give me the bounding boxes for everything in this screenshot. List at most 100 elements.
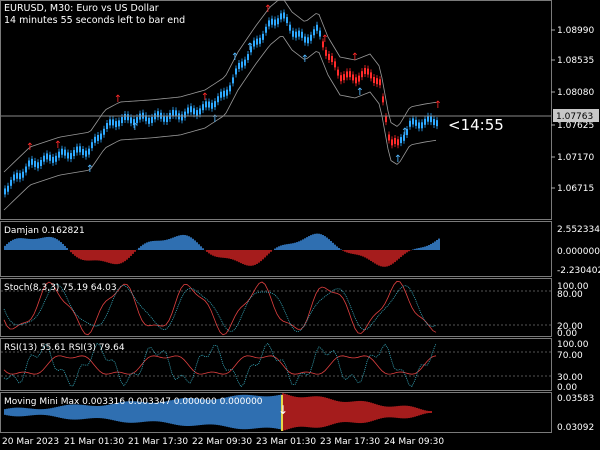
- candle-body: [100, 133, 102, 140]
- candle-body: [112, 119, 114, 126]
- damjan-bar: [360, 250, 362, 256]
- candle-body: [427, 115, 429, 122]
- damjan-bar: [16, 238, 18, 250]
- price-axis: 1.08990 1.08535 1.08080 1.07625 1.07170 …: [551, 26, 599, 194]
- mmm-bar: [56, 406, 58, 418]
- candle-body: [259, 37, 261, 44]
- candle-body: [244, 59, 246, 66]
- damjan-bar: [154, 240, 156, 250]
- mmm-bar: [50, 408, 52, 416]
- mmm-bar: [90, 405, 92, 419]
- candle-body: [247, 54, 249, 61]
- candle-body: [19, 173, 21, 180]
- damjan-bar: [6, 243, 8, 250]
- damjan-bar: [408, 250, 410, 252]
- mmm-bar: [344, 401, 346, 423]
- damjan-bar: [32, 239, 34, 250]
- time-axis: 20 Mar 2023 21 Mar 01:30 21 Mar 17:30 22…: [2, 437, 444, 447]
- candle-body: [256, 38, 258, 45]
- candle-body: [199, 108, 201, 115]
- damjan-bar: [30, 239, 32, 250]
- damjan-bar: [118, 250, 120, 264]
- candle-body: [94, 136, 96, 143]
- candle-body: [103, 128, 105, 135]
- candle-body: [394, 137, 396, 144]
- mmm-bar: [346, 401, 348, 423]
- time-tick: 24 Mar 09:30: [384, 437, 444, 447]
- mmm-bar: [338, 401, 340, 423]
- mmm-bar: [342, 401, 344, 423]
- damjan-bar: [78, 250, 80, 259]
- damjan-bar: [52, 237, 54, 250]
- damjan-bar: [320, 234, 322, 250]
- channel-lower-line: [3, 36, 437, 211]
- mmm-bar: [396, 406, 398, 418]
- mmm-bar: [374, 403, 376, 421]
- damjan-bar: [144, 243, 146, 250]
- mmm-bar: [412, 406, 414, 418]
- mmm-bar: [294, 396, 296, 428]
- damjan-bar: [316, 233, 318, 250]
- damjan-bar: [114, 250, 116, 265]
- candle-body: [73, 150, 75, 157]
- damjan-bar: [182, 234, 184, 250]
- mmm-bar: [382, 406, 384, 418]
- mmm-bar: [408, 405, 410, 419]
- main-price-panel[interactable]: [0, 0, 552, 220]
- mmm-bar: [270, 396, 272, 428]
- damjan-bar: [116, 250, 118, 265]
- candle-body: [418, 122, 420, 129]
- mmm-bar: [322, 396, 324, 428]
- candle-body: [373, 76, 375, 83]
- damjan-bar: [186, 235, 188, 250]
- mmm-bar: [94, 405, 96, 419]
- candle-body: [10, 179, 12, 186]
- candle-body: [301, 31, 303, 38]
- candle-body: [235, 68, 237, 75]
- rsi-tick: 30.00: [557, 373, 583, 383]
- damjan-bar: [188, 236, 190, 250]
- damjan-bar: [282, 244, 284, 250]
- mmm-bar: [290, 395, 292, 429]
- damjan-bar: [254, 250, 256, 265]
- damjan-bar: [28, 238, 30, 250]
- damjan-bar: [318, 233, 320, 250]
- mmm-tick: 0.03092: [557, 423, 594, 433]
- mmm-bar: [394, 406, 396, 418]
- candle-body: [49, 154, 51, 161]
- mmm-bar: [354, 401, 356, 423]
- mmm-bar: [308, 396, 310, 428]
- damjan-bar: [428, 245, 430, 250]
- damjan-bar: [308, 236, 310, 250]
- damjan-bar: [110, 250, 112, 264]
- up-arrow-icon: ↑: [394, 154, 402, 165]
- candle-body: [415, 119, 417, 126]
- mmm-bar: [58, 406, 60, 418]
- trading-chart[interactable]: ↑ ↑↑ ↑↑↑↑↑↑↑↑↑↑↑↑↑↑ EURUSD, M30: Euro vs U…: [0, 0, 600, 450]
- candle-body: [334, 61, 336, 68]
- damjan-bar: [372, 250, 374, 263]
- damjan-bar: [108, 250, 110, 263]
- damjan-bar: [406, 250, 408, 253]
- mmm-bar: [32, 408, 34, 416]
- candle-body: [217, 96, 219, 103]
- damjan-bar: [96, 250, 98, 261]
- mmm-bar: [300, 397, 302, 427]
- damjan-bar: [66, 248, 68, 250]
- damjan-bar: [292, 243, 294, 250]
- candle-body: [148, 117, 150, 124]
- damjan-bar: [370, 250, 372, 261]
- damjan-bar: [380, 250, 382, 267]
- up-arrow-icon: ↑: [54, 140, 62, 151]
- candle-body: [223, 90, 225, 97]
- mmm-bar: [324, 397, 326, 427]
- damjan-bar: [14, 238, 16, 250]
- damjan-bar: [222, 250, 224, 258]
- damjan-bar: [280, 245, 282, 250]
- mmm-bar: [370, 402, 372, 422]
- candle-body: [43, 155, 45, 162]
- candle-body: [13, 174, 15, 181]
- damjan-bar: [260, 250, 262, 262]
- up-arrow-icon: ↑: [131, 122, 139, 133]
- damjan-bar: [426, 245, 428, 250]
